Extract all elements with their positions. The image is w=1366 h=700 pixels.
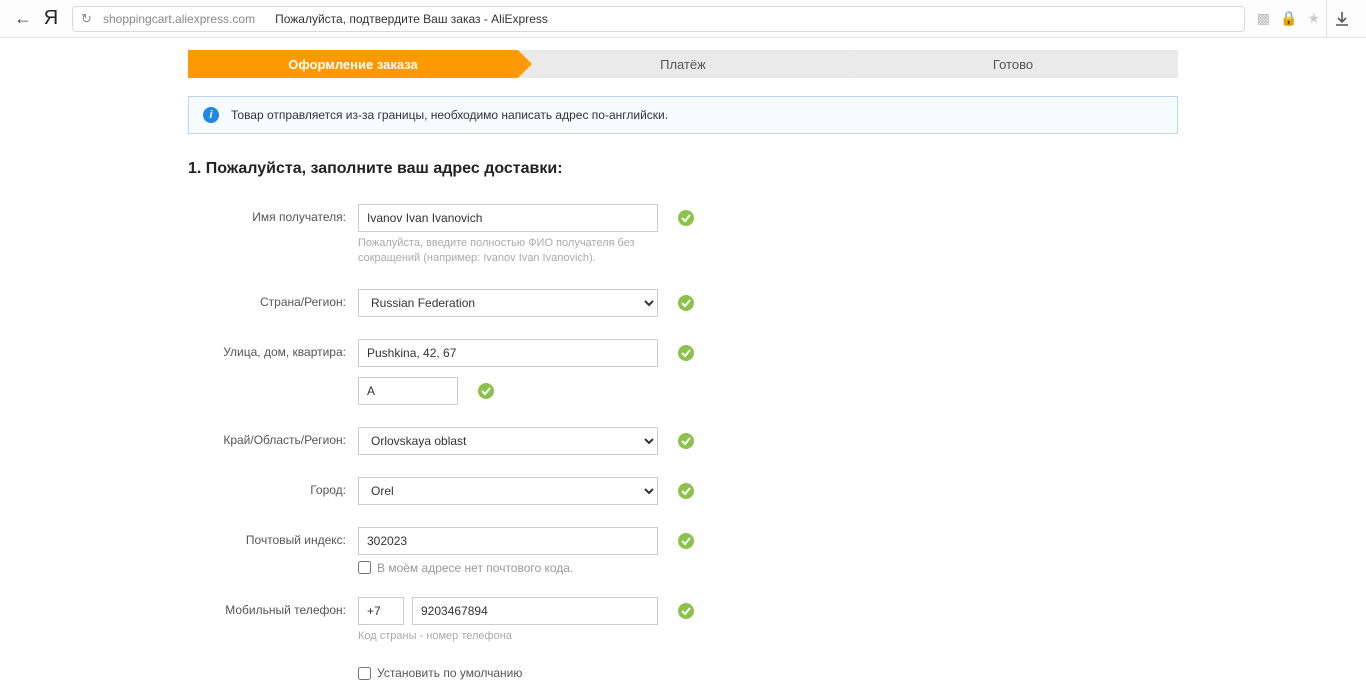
page-scroll[interactable]: Оформление заказа Платёж Готово i Товар … xyxy=(0,38,1366,700)
street-label: Улица, дом, квартира: xyxy=(188,339,358,359)
country-select[interactable]: Russian Federation xyxy=(358,289,658,317)
valid-check-icon xyxy=(678,483,694,499)
browser-chrome: ← Я ↻ shoppingcart.aliexpress.com Пожалу… xyxy=(0,0,1366,38)
reload-icon[interactable]: ↻ xyxy=(81,11,97,27)
valid-check-icon xyxy=(678,433,694,449)
valid-check-icon xyxy=(678,345,694,361)
zip-label: Почтовый индекс: xyxy=(188,527,358,547)
downloads-button[interactable] xyxy=(1326,0,1356,38)
lock-icon[interactable]: 🔒 xyxy=(1280,10,1297,27)
street-input[interactable] xyxy=(358,339,658,367)
step-done: Готово xyxy=(848,50,1178,78)
info-banner: i Товар отправляется из-за границы, необ… xyxy=(188,96,1178,134)
info-banner-text: Товар отправляется из-за границы, необхо… xyxy=(231,108,668,122)
browser-extension-icons: ▩ 🔒 ★ xyxy=(1251,10,1326,27)
city-label: Город: xyxy=(188,477,358,497)
section-heading: 1. Пожалуйста, заполните ваш адрес доста… xyxy=(188,160,1178,178)
no-zip-checkbox[interactable] xyxy=(358,561,371,574)
recipient-label: Имя получателя: xyxy=(188,204,358,224)
region-select[interactable]: Orlovskaya oblast xyxy=(358,427,658,455)
region-label: Край/Область/Регион: xyxy=(188,427,358,447)
address-bar[interactable]: ↻ shoppingcart.aliexpress.com Пожалуйста… xyxy=(72,6,1245,32)
no-zip-label: В моём адресе нет почтового кода. xyxy=(377,561,573,575)
valid-check-icon xyxy=(678,533,694,549)
phone-number-input[interactable] xyxy=(412,597,658,625)
phone-label: Мобильный телефон: xyxy=(188,597,358,617)
extension-icon[interactable]: ▩ xyxy=(1257,10,1270,27)
set-default-checkbox[interactable] xyxy=(358,667,371,680)
set-default-label: Установить по умолчанию xyxy=(377,666,522,680)
download-icon xyxy=(1335,12,1349,26)
back-button[interactable]: ← xyxy=(10,8,36,29)
address-form: Имя получателя: Пожалуйста, введите полн… xyxy=(188,204,1178,700)
step-checkout: Оформление заказа xyxy=(188,50,518,78)
recipient-hint: Пожалуйста, введите полностью ФИО получа… xyxy=(358,236,658,267)
bookmark-star-icon[interactable]: ★ xyxy=(1307,10,1320,27)
browser-brand[interactable]: Я xyxy=(36,7,66,30)
city-select[interactable]: Orel xyxy=(358,477,658,505)
step-payment: Платёж xyxy=(518,50,848,78)
phone-cc-input[interactable] xyxy=(358,597,404,625)
address-title: Пожалуйста, подтвердите Ваш заказ - AliE… xyxy=(275,12,548,26)
address-domain: shoppingcart.aliexpress.com xyxy=(103,12,255,26)
zip-input[interactable] xyxy=(358,527,658,555)
valid-check-icon xyxy=(678,295,694,311)
phone-hint: Код страны - номер телефона xyxy=(358,629,658,644)
country-label: Страна/Регион: xyxy=(188,289,358,309)
valid-check-icon xyxy=(678,210,694,226)
street2-input[interactable] xyxy=(358,377,458,405)
info-icon: i xyxy=(203,107,219,123)
valid-check-icon xyxy=(678,603,694,619)
recipient-input[interactable] xyxy=(358,204,658,232)
valid-check-icon xyxy=(478,383,494,399)
content-container: Оформление заказа Платёж Готово i Товар … xyxy=(188,38,1178,700)
checkout-steps: Оформление заказа Платёж Готово xyxy=(188,50,1178,78)
